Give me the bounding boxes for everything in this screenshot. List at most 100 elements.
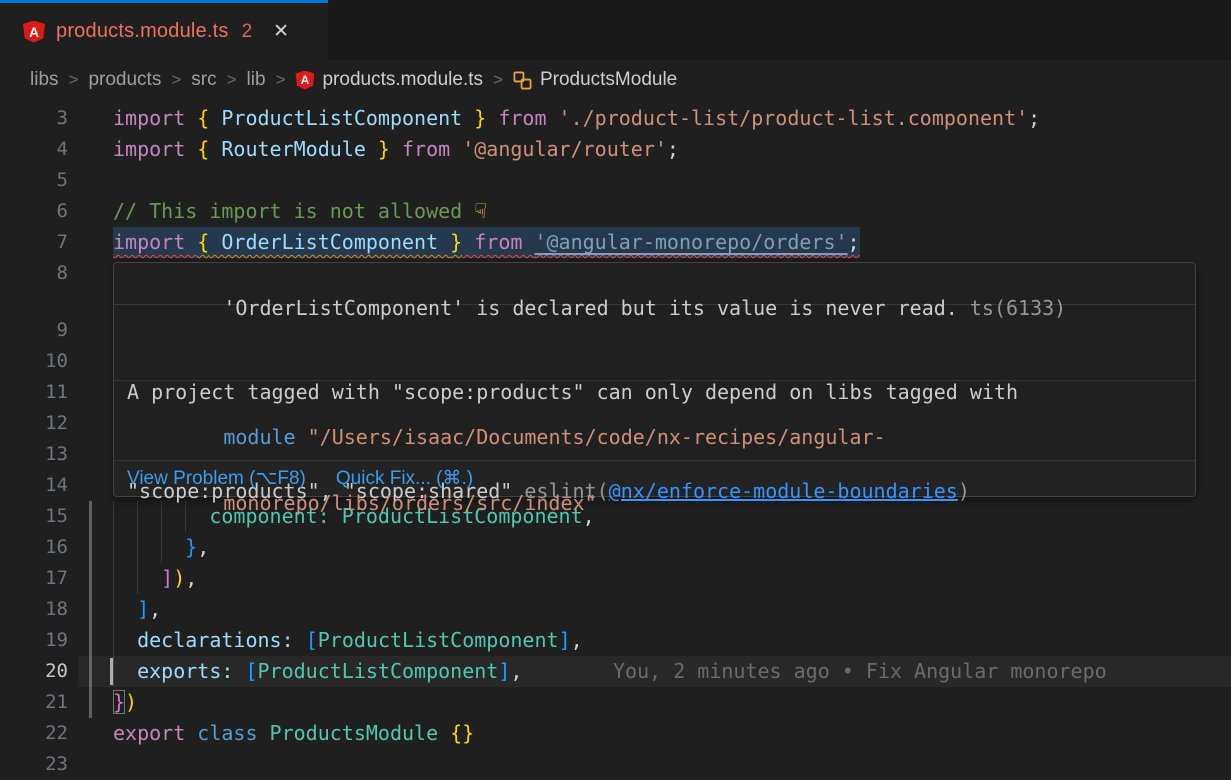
- breadcrumb-item-products[interactable]: products: [88, 69, 161, 91]
- chevron-right-icon: >: [276, 70, 286, 90]
- line-number: 19: [0, 625, 68, 656]
- code-token: {: [197, 230, 209, 254]
- error-hover-popup: 'OrderListComponent' is declared but its…: [113, 262, 1196, 497]
- eslint-rule-link[interactable]: @nx/enforce-module-boundaries: [609, 479, 958, 503]
- code-token: ;: [848, 230, 860, 254]
- code-token: }: [113, 690, 125, 714]
- breadcrumb-item-symbol[interactable]: ProductsModule: [513, 69, 677, 91]
- code-token: [113, 597, 137, 621]
- line-number: 3: [0, 103, 68, 134]
- code-line-20[interactable]: exports: [ProductListComponent],You, 2 m…: [113, 656, 522, 687]
- ts-diagnostic-message: 'OrderListComponent' is declared but its…: [223, 296, 958, 320]
- close-tab-icon[interactable]: ✕: [273, 20, 289, 43]
- code-token: exports:: [137, 659, 233, 683]
- chevron-right-icon: >: [227, 70, 237, 90]
- code-token: ]: [137, 597, 149, 621]
- line-number: 16: [0, 532, 68, 563]
- line-number: 20: [0, 656, 68, 687]
- vscode-window: A products.module.ts 2 ✕ libs > products…: [0, 0, 1231, 780]
- code-line-19[interactable]: declarations: [ProductListComponent],: [113, 625, 583, 656]
- code-token: [113, 659, 137, 683]
- module-path-line1: "/Users/isaac/Documents/code/nx-recipes/…: [308, 425, 886, 449]
- line-number: 9: [0, 315, 68, 346]
- tab-bar: A products.module.ts 2 ✕: [0, 0, 1231, 60]
- module-path-line2: monorepo/libs/orders/src/index": [223, 491, 596, 515]
- view-problem-button[interactable]: View Problem (⌥F8): [127, 468, 306, 490]
- line-number: 15: [0, 501, 68, 532]
- chevron-right-icon: >: [69, 70, 79, 90]
- code-token: [233, 659, 245, 683]
- code-token: ,: [571, 628, 583, 652]
- line-number: 13: [0, 439, 68, 470]
- code-token: ProductListComponent: [258, 659, 499, 683]
- line-number: 18: [0, 594, 68, 625]
- chevron-right-icon: >: [493, 70, 503, 90]
- code-line-6[interactable]: // This import is not allowed ☟: [113, 196, 487, 227]
- tab-problems-badge: 2: [242, 21, 253, 43]
- breadcrumb-item-libs[interactable]: libs: [30, 69, 59, 91]
- code-token: // This import is not allowed: [113, 199, 474, 223]
- code-token: [294, 628, 306, 652]
- code-token: {: [197, 106, 209, 130]
- code-token: }: [450, 230, 462, 254]
- editor-area[interactable]: 34567891011121314151617181920212223 impo…: [0, 100, 1231, 780]
- line-number: 10: [0, 346, 68, 377]
- ts-diagnostic-code: ts(6133): [958, 296, 1066, 320]
- code-token: ,: [149, 597, 161, 621]
- code-line-21[interactable]: }): [113, 687, 137, 718]
- code-token: OrderListComponent: [209, 230, 450, 254]
- line-number: 6: [0, 196, 68, 227]
- code-line-7[interactable]: import { OrderListComponent } from '@ang…: [113, 227, 860, 258]
- angular-file-icon: A: [23, 21, 45, 43]
- line-number: 8: [0, 258, 68, 289]
- quick-fix-button[interactable]: Quick Fix... (⌘.): [336, 468, 473, 490]
- git-blame-annotation: You, 2 minutes ago • Fix Angular monorep…: [613, 656, 1107, 687]
- code-line-4[interactable]: import { RouterModule } from '@angular/r…: [113, 134, 679, 165]
- angular-file-icon: A: [295, 71, 314, 90]
- code-token: ProductsModule: [270, 721, 451, 745]
- code-token: RouterModule: [209, 137, 378, 161]
- breadcrumb-item-src[interactable]: src: [191, 69, 216, 91]
- class-symbol-icon: [513, 71, 532, 90]
- code-token: ;: [667, 137, 679, 161]
- code-token: ): [125, 690, 137, 714]
- line-number: 22: [0, 718, 68, 749]
- code-token: declarations:: [137, 628, 294, 652]
- hover-ts-diagnostic: 'OrderListComponent' is declared but its…: [114, 263, 1195, 304]
- code-line-18[interactable]: ],: [113, 594, 161, 625]
- eslint-source-suffix: ): [958, 479, 970, 503]
- code-token: ProductListComponent: [209, 106, 474, 130]
- line-number: 5: [0, 165, 68, 196]
- code-token: ProductListComponent: [318, 628, 559, 652]
- code-token: '@angular-monorepo/orders': [534, 230, 847, 254]
- line-number: 12: [0, 408, 68, 439]
- code-token: import: [113, 137, 197, 161]
- code-token: import: [113, 230, 197, 254]
- code-token: class: [197, 721, 269, 745]
- line-number: 14: [0, 470, 68, 501]
- tab-products-module[interactable]: A products.module.ts 2 ✕: [0, 0, 328, 60]
- code-line-22[interactable]: export class ProductsModule {}: [113, 718, 474, 749]
- breadcrumb-item-file[interactable]: A products.module.ts: [295, 69, 483, 91]
- code-token: ]: [559, 628, 571, 652]
- module-keyword: module: [223, 425, 307, 449]
- breadcrumb-item-lib[interactable]: lib: [247, 69, 266, 91]
- line-number: 21: [0, 687, 68, 718]
- line-number: 7: [0, 227, 68, 258]
- code-line-3[interactable]: import { ProductListComponent } from './…: [113, 103, 1040, 134]
- eslint-message-line1: A project tagged with "scope:products" c…: [127, 380, 1018, 404]
- line-number: 23: [0, 749, 68, 780]
- tab-filename: products.module.ts: [56, 20, 229, 43]
- line-number: 17: [0, 563, 68, 594]
- code-token: ]: [498, 659, 510, 683]
- code-token: export: [113, 721, 197, 745]
- code-token: '@angular/router': [462, 137, 667, 161]
- code-token: import: [113, 106, 197, 130]
- breadcrumb-symbol-label: ProductsModule: [540, 69, 677, 91]
- code-token: }: [474, 106, 486, 130]
- line-number: 4: [0, 134, 68, 165]
- code-token: from: [486, 106, 558, 130]
- code-token: [113, 628, 137, 652]
- code-token: ;: [1028, 106, 1040, 130]
- code-token: ,: [510, 659, 522, 683]
